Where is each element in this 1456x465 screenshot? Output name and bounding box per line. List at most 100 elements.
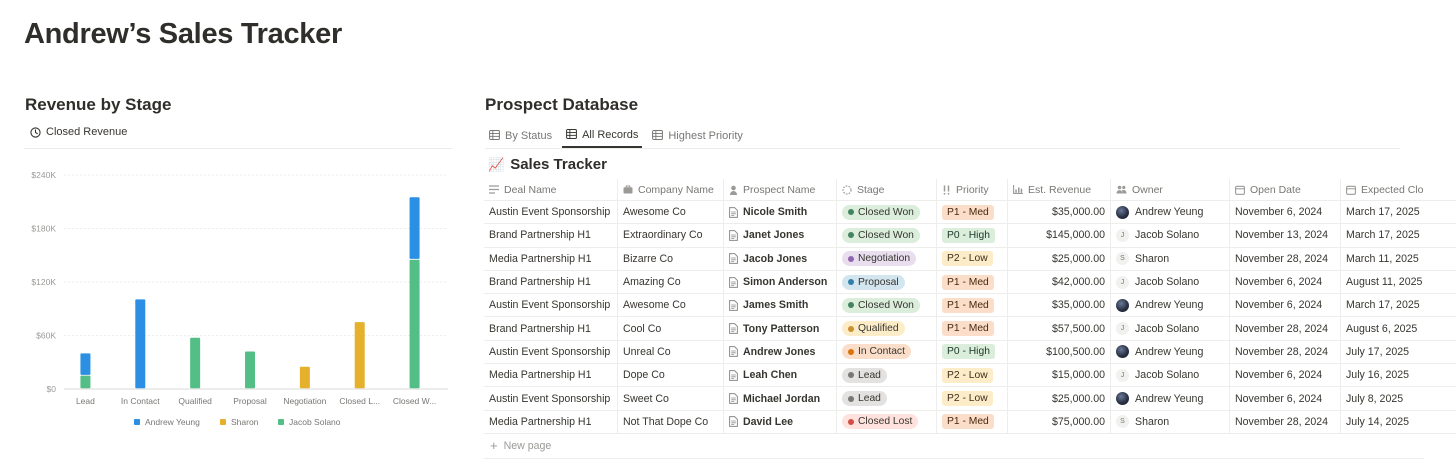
open-date-cell[interactable]: November 28, 2024 bbox=[1230, 317, 1341, 340]
owner-cell[interactable]: Andrew Yeung bbox=[1111, 294, 1230, 317]
est-revenue-cell[interactable]: $25,000.00 bbox=[1008, 247, 1111, 270]
deal-name-cell[interactable]: Austin Event Sponsorship bbox=[484, 340, 618, 364]
column-header[interactable]: Owner bbox=[1111, 179, 1230, 200]
table-row[interactable]: Brand Partnership H1 Amazing Co Simon Ande… bbox=[484, 270, 1456, 295]
deal-name-cell[interactable]: Austin Event Sponsorship bbox=[484, 201, 618, 224]
column-header[interactable]: Stage bbox=[837, 179, 937, 200]
expected-close-cell[interactable]: August 6, 2025 bbox=[1341, 317, 1456, 339]
prospect-name-cell[interactable]: Andrew Jones bbox=[724, 340, 837, 364]
column-header[interactable]: Est. Revenue bbox=[1008, 179, 1111, 200]
expected-close-cell[interactable]: July 16, 2025 bbox=[1341, 364, 1456, 386]
stage-cell[interactable]: Proposal bbox=[837, 270, 937, 294]
prospect-name-cell[interactable]: Jacob Jones bbox=[724, 247, 837, 270]
stage-cell[interactable]: Qualified bbox=[837, 317, 937, 340]
bar-jacob-solano[interactable] bbox=[190, 337, 201, 389]
prospect-name-cell[interactable]: Simon Anderson bbox=[724, 270, 837, 294]
owner-cell[interactable]: Andrew Yeung bbox=[1111, 340, 1230, 364]
open-date-cell[interactable]: November 6, 2024 bbox=[1230, 364, 1341, 387]
est-revenue-cell[interactable]: $57,500.00 bbox=[1008, 317, 1111, 340]
deal-name-cell[interactable]: Brand Partnership H1 bbox=[484, 224, 618, 247]
owner-cell[interactable]: S Sharon bbox=[1111, 247, 1230, 270]
prospect-name-cell[interactable]: Janet Jones bbox=[724, 224, 837, 247]
priority-cell[interactable]: P0 - High bbox=[937, 224, 1008, 247]
priority-cell[interactable]: P2 - Low bbox=[937, 247, 1008, 270]
table-row[interactable]: Media Partnership H1 Bizarre Co Jacob Jone… bbox=[484, 247, 1456, 271]
open-date-cell[interactable]: November 6, 2024 bbox=[1230, 270, 1341, 294]
stage-cell[interactable]: Negotiation bbox=[837, 247, 937, 270]
est-revenue-cell[interactable]: $35,000.00 bbox=[1008, 294, 1111, 317]
stage-cell[interactable]: Closed Won bbox=[837, 224, 937, 247]
stage-cell[interactable]: Lead bbox=[837, 387, 937, 410]
owner-cell[interactable]: J Jacob Solano bbox=[1111, 364, 1230, 387]
column-header[interactable]: Expected Clo bbox=[1341, 179, 1456, 200]
stage-cell[interactable]: Closed Won bbox=[837, 201, 937, 224]
table-row[interactable]: Media Partnership H1 Dope Co Leah Chen Lead… bbox=[484, 364, 1456, 388]
legend-label[interactable]: Jacob Solano bbox=[289, 417, 341, 427]
table-row[interactable]: Austin Event Sponsorship Awesome Co Nicole… bbox=[484, 201, 1456, 225]
table-row[interactable]: Brand Partnership H1 Cool Co Tony Patterso… bbox=[484, 317, 1456, 341]
stage-cell[interactable]: Lead bbox=[837, 364, 937, 387]
stage-cell[interactable]: Closed Lost bbox=[837, 410, 937, 433]
table-row[interactable]: Austin Event Sponsorship Sweet Co Michael … bbox=[484, 387, 1456, 411]
priority-cell[interactable]: P0 - High bbox=[937, 340, 1008, 364]
est-revenue-cell[interactable]: $25,000.00 bbox=[1008, 387, 1111, 410]
expected-close-cell[interactable]: March 17, 2025 bbox=[1341, 224, 1456, 246]
stage-cell[interactable]: In Contact bbox=[837, 340, 937, 364]
database-title[interactable]: 📈 Sales Tracker bbox=[488, 156, 607, 173]
open-date-cell[interactable]: November 6, 2024 bbox=[1230, 387, 1341, 410]
prospect-name-cell[interactable]: Nicole Smith bbox=[724, 201, 837, 224]
expected-close-cell[interactable]: July 17, 2025 bbox=[1341, 341, 1456, 363]
company-name-cell[interactable]: Bizarre Co bbox=[618, 247, 724, 270]
company-name-cell[interactable]: Unreal Co bbox=[618, 340, 724, 364]
priority-cell[interactable]: P2 - Low bbox=[937, 364, 1008, 387]
stage-cell[interactable]: Closed Won bbox=[837, 294, 937, 317]
owner-cell[interactable]: Andrew Yeung bbox=[1111, 387, 1230, 410]
est-revenue-cell[interactable]: $35,000.00 bbox=[1008, 201, 1111, 224]
open-date-cell[interactable]: November 6, 2024 bbox=[1230, 294, 1341, 317]
new-page-button[interactable]: + New page bbox=[490, 439, 551, 452]
deal-name-cell[interactable]: Austin Event Sponsorship bbox=[484, 294, 618, 317]
deal-name-cell[interactable]: Brand Partnership H1 bbox=[484, 270, 618, 294]
company-name-cell[interactable]: Amazing Co bbox=[618, 270, 724, 294]
company-name-cell[interactable]: Cool Co bbox=[618, 317, 724, 340]
owner-cell[interactable]: S Sharon bbox=[1111, 410, 1230, 433]
priority-cell[interactable]: P1 - Med bbox=[937, 201, 1008, 224]
column-header[interactable]: Priority bbox=[937, 179, 1008, 200]
deal-name-cell[interactable]: Media Partnership H1 bbox=[484, 247, 618, 270]
owner-cell[interactable]: J Jacob Solano bbox=[1111, 224, 1230, 247]
deal-name-cell[interactable]: Media Partnership H1 bbox=[484, 364, 618, 387]
priority-cell[interactable]: P1 - Med bbox=[937, 410, 1008, 433]
est-revenue-cell[interactable]: $15,000.00 bbox=[1008, 364, 1111, 387]
view-tab-highest-priority[interactable]: Highest Priority bbox=[648, 124, 747, 148]
company-name-cell[interactable]: Not That Dope Co bbox=[618, 410, 724, 433]
bar-sharon[interactable] bbox=[299, 366, 310, 389]
deal-name-cell[interactable]: Austin Event Sponsorship bbox=[484, 387, 618, 410]
view-tab-by-status[interactable]: By Status bbox=[485, 124, 556, 148]
company-name-cell[interactable]: Sweet Co bbox=[618, 387, 724, 410]
expected-close-cell[interactable]: July 14, 2025 bbox=[1341, 411, 1456, 433]
owner-cell[interactable]: J Jacob Solano bbox=[1111, 270, 1230, 294]
open-date-cell[interactable]: November 28, 2024 bbox=[1230, 247, 1341, 270]
priority-cell[interactable]: P1 - Med bbox=[937, 317, 1008, 340]
open-date-cell[interactable]: November 6, 2024 bbox=[1230, 201, 1341, 224]
company-name-cell[interactable]: Extraordinary Co bbox=[618, 224, 724, 247]
bar-andrew-yeung[interactable] bbox=[135, 299, 146, 389]
prospect-name-cell[interactable]: Tony Patterson bbox=[724, 317, 837, 340]
table-row[interactable]: Austin Event Sponsorship Unreal Co Andrew … bbox=[484, 340, 1456, 365]
priority-cell[interactable]: P1 - Med bbox=[937, 270, 1008, 294]
priority-cell[interactable]: P1 - Med bbox=[937, 294, 1008, 317]
bar-jacob-solano[interactable] bbox=[245, 351, 255, 389]
prospect-name-cell[interactable]: David Lee bbox=[724, 410, 837, 433]
column-header[interactable]: Company Name bbox=[618, 179, 724, 200]
prospect-name-cell[interactable]: Leah Chen bbox=[724, 364, 837, 387]
view-tab-all-records[interactable]: All Records bbox=[562, 124, 643, 148]
open-date-cell[interactable]: November 28, 2024 bbox=[1230, 340, 1341, 364]
table-row[interactable]: Brand Partnership H1 Extraordinary Co Jane… bbox=[484, 224, 1456, 248]
deal-name-cell[interactable]: Brand Partnership H1 bbox=[484, 317, 618, 340]
company-name-cell[interactable]: Dope Co bbox=[618, 364, 724, 387]
prospect-name-cell[interactable]: Michael Jordan bbox=[724, 387, 837, 410]
expected-close-cell[interactable]: March 11, 2025 bbox=[1341, 248, 1456, 270]
est-revenue-cell[interactable]: $42,000.00 bbox=[1008, 270, 1111, 294]
expected-close-cell[interactable]: March 17, 2025 bbox=[1341, 201, 1456, 223]
column-header[interactable]: Prospect Name bbox=[724, 179, 837, 200]
